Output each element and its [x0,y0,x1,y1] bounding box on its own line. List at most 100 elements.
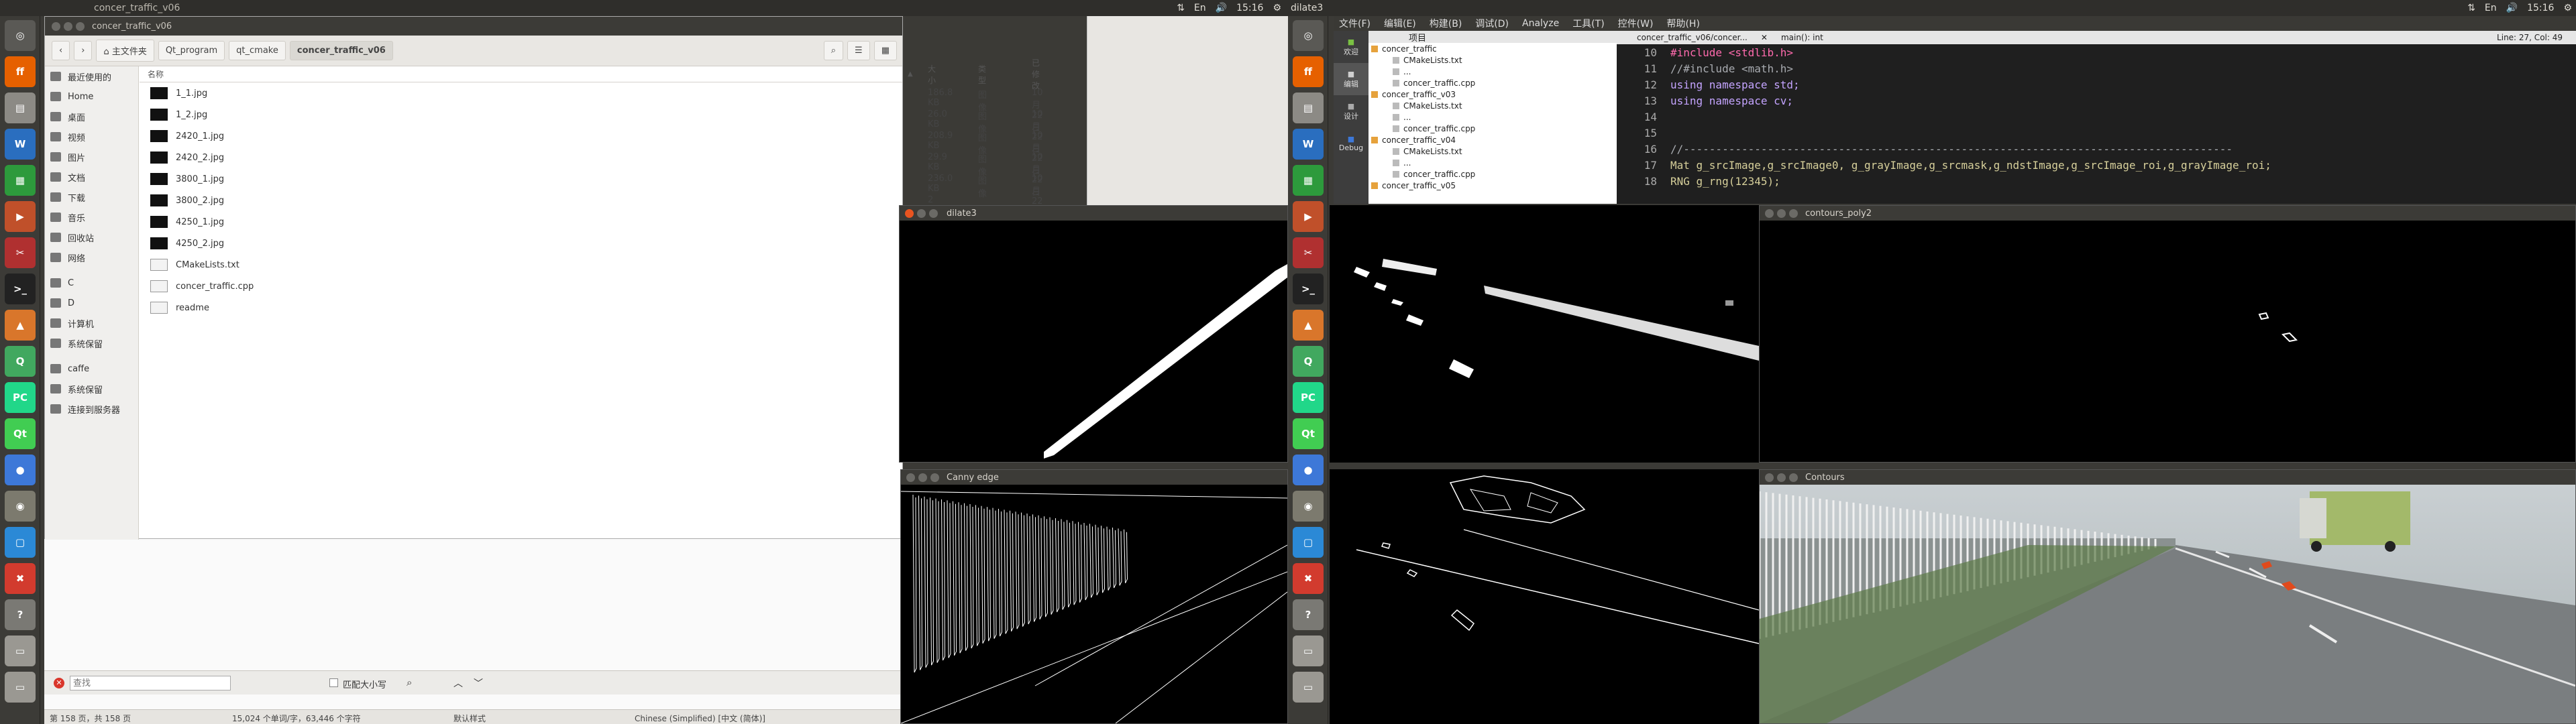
file-row[interactable]: 4250_1.jpg22 [140,211,939,233]
qt-mode-button[interactable]: ■ 编辑 [1334,63,1368,95]
qtcreator-icon[interactable]: Q [5,346,36,377]
calc-icon[interactable]: ▦ [1293,165,1324,196]
volume-icon[interactable]: 🔊 [2506,3,2518,13]
tree-item[interactable]: ... [1368,111,1617,123]
sidebar-item[interactable]: Home [45,86,138,107]
calc-icon[interactable]: ▦ [5,165,36,196]
sidebar-item[interactable]: 系统保留 [45,333,138,353]
tree-item[interactable]: CMakeLists.txt [1368,100,1617,111]
sort-ascending-icon[interactable]: ▲ [908,70,913,78]
file-tab[interactable]: concer_traffic_v06/concer... [1637,33,1748,42]
column-type[interactable]: 类型 [978,63,986,86]
sidebar-item[interactable]: C [45,273,138,293]
network-icon[interactable]: ⇅ [2467,3,2475,13]
qt-menu-item[interactable]: 文件(F) [1339,17,1371,30]
dash-icon[interactable]: ◎ [5,20,36,51]
files-icon[interactable]: ▤ [1293,93,1324,123]
dash-icon[interactable]: ◎ [1293,20,1324,51]
close-find-icon[interactable]: ✕ [54,678,64,688]
network-icon[interactable]: ⇅ [1177,3,1185,13]
qt-mode-button[interactable]: ■ 设计 [1334,95,1368,127]
tree-item[interactable]: concer_traffic_v03 [1368,88,1617,100]
grid-view-icon[interactable]: ▦ [873,41,897,60]
tree-item[interactable]: CMakeLists.txt [1368,145,1617,157]
tools-icon[interactable]: ✂ [5,237,36,268]
xmind-icon[interactable]: ✖ [1293,563,1324,594]
maximize-button[interactable] [1789,473,1798,482]
sidebar-item[interactable]: 最近使用的 [45,66,138,86]
app2-icon[interactable]: ▢ [5,527,36,558]
camera-icon[interactable]: ◉ [1293,491,1324,522]
qt-menu-item[interactable]: 构建(B) [1430,17,1462,30]
tree-item[interactable]: concer_traffic_v04 [1368,134,1617,145]
camera-icon[interactable]: ◉ [5,491,36,522]
help-icon[interactable]: ? [5,599,36,630]
tree-item[interactable]: concer_traffic_v05 [1368,180,1617,191]
code-line[interactable]: 15 [1617,125,2576,141]
qt-mode-button[interactable]: ■ Debug [1334,127,1368,160]
firefox-icon[interactable]: ff [5,56,36,87]
app-icon[interactable]: ● [5,455,36,485]
input-method-icon[interactable]: En [2485,3,2497,13]
sidebar-item[interactable]: 桌面 [45,107,138,127]
settings-gear-icon[interactable]: ⚙ [2563,3,2572,13]
language[interactable]: Chinese (Simplified) [中文 (简体)] [635,713,765,724]
minimize-button[interactable] [917,209,926,218]
close-button[interactable] [1765,209,1774,218]
column-modified[interactable]: 已修改 [1032,57,1040,91]
list-view-icon[interactable]: ☰ [847,41,870,60]
pycharm-icon[interactable]: PC [1293,382,1324,413]
file-row[interactable]: 3800_1.jpg236.0 KB图像10月22日 [140,168,1043,219]
volume-icon[interactable]: 🔊 [1216,3,1227,13]
find-icon[interactable]: ⌕ [407,676,412,688]
close-tab-icon[interactable]: ✕ [1761,33,1768,42]
qt-icon[interactable]: Qt [5,418,36,449]
sidebar-item[interactable]: 图片 [45,147,138,167]
minimize-button[interactable] [918,473,927,482]
minimize-button[interactable] [1777,209,1786,218]
file-row[interactable]: readme67 [140,297,939,318]
maximize-button[interactable] [930,473,939,482]
minimize-button[interactable] [64,22,72,31]
qt-menu-item[interactable]: 工具(T) [1572,17,1604,30]
impress-icon[interactable]: ▶ [5,201,36,232]
breadcrumb-qt-program[interactable]: Qt_program [158,41,225,60]
writer-icon[interactable]: W [1293,129,1324,160]
matlab-icon[interactable]: ▲ [5,310,36,341]
sidebar-item[interactable]: caffe [45,359,138,379]
find-previous-icon[interactable]: ︿ [453,676,463,690]
close-button[interactable] [906,473,915,482]
pycharm-icon[interactable]: PC [5,382,36,413]
function-selector[interactable]: main(): int [1781,33,1823,42]
sidebar-item[interactable]: 系统保留 [45,379,138,399]
tree-item[interactable]: CMakeLists.txt [1368,54,1617,66]
code-line[interactable]: 12 using namespace std; [1617,76,2576,93]
tree-item[interactable]: concer_traffic [1368,43,1617,54]
code-line[interactable]: 14 [1617,109,2576,125]
clock[interactable]: 15:16 [1236,3,1263,13]
tree-item[interactable]: concer_traffic.cpp [1368,168,1617,180]
settings-gear-icon[interactable]: ⚙ [1273,3,1281,13]
sidebar-item[interactable]: 视频 [45,127,138,147]
xmind-icon[interactable]: ✖ [5,563,36,594]
code-line[interactable]: 16 //------------------------------------… [1617,141,2576,157]
minimize-button[interactable] [1777,473,1786,482]
qt-mode-button[interactable]: ■ 欢迎 [1334,31,1368,63]
maximize-button[interactable] [76,22,85,31]
find-next-icon[interactable]: ﹀ [474,676,483,690]
column-name[interactable]: 名称 [148,68,164,80]
file-row[interactable]: concer_traffic.cpp [140,276,902,297]
forward-button[interactable]: › [74,41,93,60]
tree-item[interactable]: concer_traffic.cpp [1368,123,1617,134]
app2-icon[interactable]: ▢ [1293,527,1324,558]
file-row[interactable]: 2420_2.jpg 29.9 KB 图像 10月22日 [140,147,1043,198]
close-button[interactable] [52,22,60,31]
tree-item[interactable]: concer_traffic.cpp [1368,77,1617,88]
file-row[interactable]: 4250_2.jpg2 [140,233,933,254]
find-input[interactable] [70,676,231,690]
file-row[interactable]: 1_2.jpg 26.0 KB 图像 10月22日 [140,104,1043,155]
help-icon[interactable]: ? [1293,599,1324,630]
drive-icon[interactable]: ▭ [5,636,36,666]
drive-icon[interactable]: ▭ [1293,636,1324,666]
sidebar-item[interactable]: 回收站 [45,227,138,247]
